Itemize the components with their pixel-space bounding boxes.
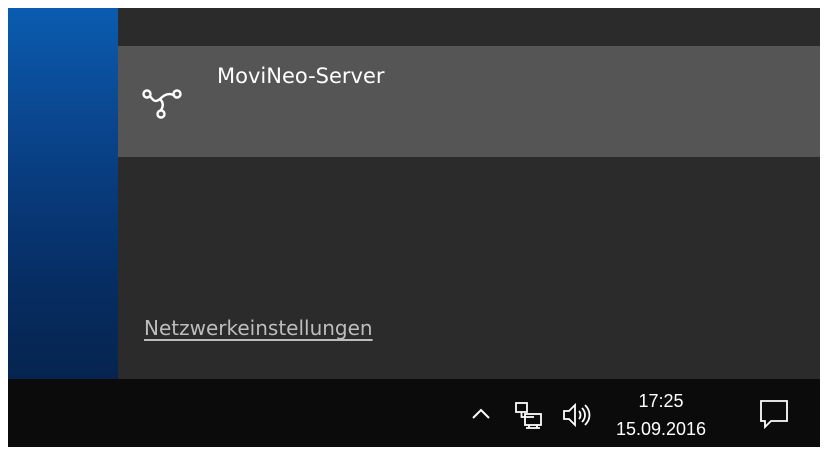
network-settings-link[interactable]: Netzwerkeinstellungen bbox=[144, 314, 373, 342]
screen: MoviNeo-Server Netzwerkeinstellungen 17:… bbox=[0, 0, 828, 455]
taskbar-clock[interactable]: 17:25 15.09.2016 bbox=[602, 389, 720, 439]
network-name: MoviNeo-Server bbox=[217, 64, 385, 88]
volume-icon[interactable] bbox=[561, 399, 593, 431]
chevron-up-icon[interactable] bbox=[468, 401, 494, 427]
taskbar: 17:25 15.09.2016 bbox=[8, 379, 820, 447]
clock-time: 17:25 bbox=[638, 391, 684, 411]
network-icon[interactable] bbox=[513, 399, 545, 431]
network-flyout: MoviNeo-Server Netzwerkeinstellungen bbox=[118, 8, 820, 379]
desktop-background bbox=[8, 8, 118, 379]
network-connection-icon bbox=[138, 80, 186, 128]
network-item-movineo-server[interactable]: MoviNeo-Server bbox=[118, 46, 820, 157]
action-center-icon[interactable] bbox=[757, 397, 791, 431]
clock-date: 15.09.2016 bbox=[615, 419, 707, 439]
